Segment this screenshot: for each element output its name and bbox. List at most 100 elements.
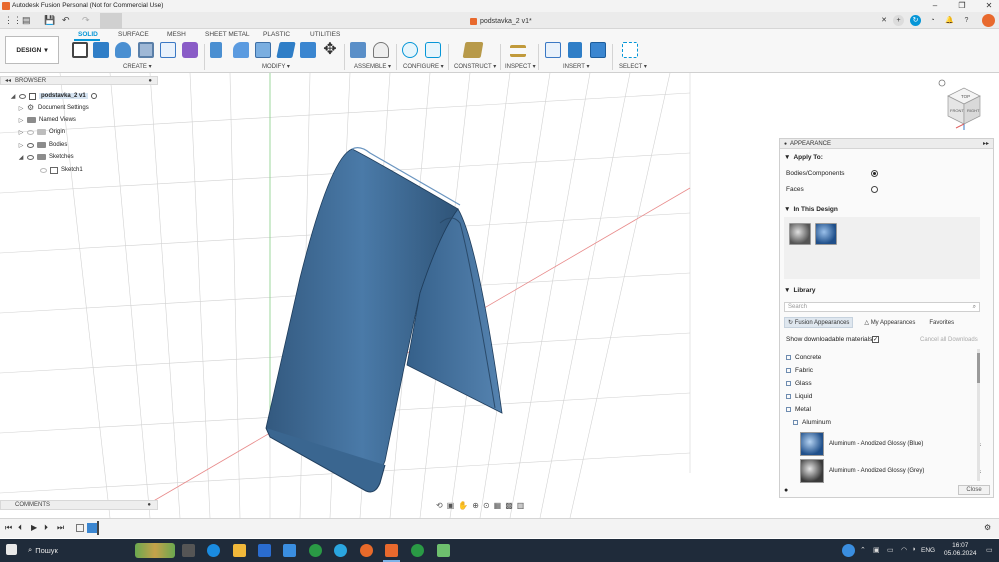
revolve-icon[interactable] [115, 42, 131, 58]
appearance-swatch-blue[interactable] [815, 223, 837, 245]
minimize-icon[interactable]: – [928, 1, 942, 10]
close-tab-icon[interactable]: ✕ [877, 16, 891, 24]
tree-item-sketches[interactable]: ◢ Sketches [18, 151, 74, 163]
clock[interactable]: 16:07 05.06.2024 [944, 542, 977, 558]
split-body-icon[interactable] [300, 42, 316, 58]
configure-table-icon[interactable] [425, 42, 441, 58]
library-item-concrete[interactable]: Concrete [786, 354, 821, 361]
undo-icon[interactable]: ↶ [62, 15, 70, 26]
insert-menu[interactable]: INSERT ▾ [563, 63, 589, 70]
play-icon[interactable]: ▶ [31, 523, 37, 532]
tab-utilities[interactable]: UTILITIES [310, 31, 340, 38]
firefox-icon[interactable] [360, 544, 373, 557]
notifications-icon[interactable]: ▭ [986, 546, 993, 554]
move-copy-icon[interactable]: ✥ [322, 42, 338, 58]
show-downloadable-checkbox[interactable]: ✓ [872, 336, 879, 343]
app-icon[interactable] [437, 544, 450, 557]
faces-radio[interactable] [871, 186, 878, 193]
fit-icon[interactable]: ⊙ [483, 501, 490, 510]
expand-arrow-icon[interactable]: ▷ [18, 142, 24, 149]
language-indicator[interactable]: ENG [921, 547, 935, 554]
apply-to-section[interactable]: ▼ Apply To: [784, 154, 823, 161]
timeline-settings-icon[interactable]: ⚙ [984, 523, 991, 532]
mail-icon[interactable] [283, 544, 296, 557]
fusion-taskbar-icon[interactable] [385, 544, 398, 557]
expand-arrow-icon[interactable]: ▷ [18, 117, 24, 124]
select-icon[interactable] [622, 42, 638, 58]
help-info-icon[interactable]: ● [784, 487, 788, 494]
collapse-arrow-icon[interactable]: ▼ [784, 206, 790, 213]
tree-item-sketch1[interactable]: Sketch1 [40, 164, 83, 176]
assemble-menu[interactable]: ASSEMBLE ▾ [354, 63, 391, 70]
bodies-components-radio[interactable] [871, 170, 878, 177]
maximize-icon[interactable]: ❐ [955, 1, 969, 10]
material-row-grey[interactable]: Aluminum - Anodized Glossy (Grey) ⤓ [800, 459, 985, 483]
collapse-arrow-icon[interactable]: ◢ [10, 93, 16, 100]
in-this-design-section[interactable]: ▼ In This Design [784, 206, 838, 213]
document-tab[interactable]: podstavka_2 v1* [470, 14, 532, 28]
pin-icon[interactable]: ● [148, 78, 152, 84]
task-view-icon[interactable] [182, 544, 195, 557]
notifications-icon[interactable]: 🔔 [944, 15, 955, 26]
tab-mesh[interactable]: MESH [167, 31, 186, 38]
viewcube[interactable]: TOP FRONT RIGHT [934, 78, 994, 134]
job-status-icon[interactable]: ◔ [927, 15, 938, 26]
library-section[interactable]: ▼ Library [784, 287, 815, 294]
tab-fusion-appearances[interactable]: ↻ Fusion Appearances [784, 317, 854, 328]
tab-my-appearances[interactable]: △ My Appearances [861, 318, 918, 327]
tab-sheet-metal[interactable]: SHEET METAL [205, 31, 250, 38]
pan-icon[interactable]: ✋ [458, 501, 468, 510]
redo-icon[interactable]: ↷ [82, 15, 90, 26]
go-to-end-icon[interactable]: ⏭ [57, 523, 64, 533]
tray-app-icon[interactable]: ▣ [873, 546, 880, 554]
configure-menu[interactable]: CONFIGURE ▾ [403, 63, 444, 70]
home-tab[interactable] [100, 13, 122, 29]
fillet-icon[interactable] [233, 42, 249, 58]
create-menu[interactable]: CREATE ▾ [123, 63, 152, 70]
tree-item-origin[interactable]: ▷ Origin [18, 126, 65, 138]
volume-icon[interactable]: ◗ [912, 546, 916, 553]
file-menu-icon[interactable]: ▤ [22, 15, 31, 26]
user-avatar[interactable] [982, 14, 995, 27]
collapse-arrow-icon[interactable]: ◢ [18, 154, 24, 161]
visibility-eye-icon[interactable] [27, 129, 34, 135]
library-item-aluminum[interactable]: Aluminum [793, 419, 831, 426]
new-tab-icon[interactable]: + [893, 15, 904, 26]
taskbar-search[interactable]: ⌕ Пошук [28, 545, 58, 555]
material-row-blue[interactable]: Aluminum - Anodized Glossy (Blue) ⤓ [800, 432, 985, 456]
shell-icon[interactable] [255, 42, 271, 58]
library-item-metal[interactable]: Metal [786, 406, 811, 413]
library-scrollbar-thumb[interactable] [977, 353, 980, 383]
modify-menu[interactable]: MODIFY ▾ [262, 63, 290, 70]
tab-favorites[interactable]: Favorites [926, 319, 957, 327]
expand-panel-icon[interactable]: ▸▸ [983, 140, 989, 147]
offset-plane-icon[interactable] [462, 42, 484, 58]
new-component-icon[interactable] [350, 42, 366, 58]
comments-panel[interactable]: COMMENTS ● [0, 500, 158, 510]
file-explorer-icon[interactable] [233, 544, 246, 557]
press-pull-icon[interactable] [210, 42, 222, 58]
app-grid-icon[interactable]: ⋮⋮ [4, 15, 22, 26]
tab-solid[interactable]: SOLID [78, 31, 98, 38]
workspace-switcher[interactable]: DESIGN ▾ [5, 36, 59, 64]
tray-app-icon[interactable] [842, 544, 855, 557]
tree-item-bodies[interactable]: ▷ Bodies [18, 139, 67, 151]
tree-item-named-views[interactable]: ▷ Named Views [18, 114, 76, 126]
collapse-arrow-icon[interactable]: ▼ [784, 154, 790, 161]
configure-parameters-icon[interactable] [402, 42, 418, 58]
library-item-liquid[interactable]: Liquid [786, 393, 812, 400]
insert-derive-icon[interactable] [545, 42, 561, 58]
widgets-icon[interactable] [135, 543, 175, 558]
viewports-icon[interactable]: ▥ [517, 501, 525, 510]
joint-icon[interactable] [373, 42, 389, 58]
chrome-profile-icon[interactable] [411, 544, 424, 557]
visibility-eye-icon[interactable] [19, 93, 26, 99]
add-comment-icon[interactable]: ● [147, 502, 151, 508]
visibility-eye-icon[interactable] [27, 154, 34, 160]
grid-settings-icon[interactable]: ▩ [505, 501, 513, 510]
show-hidden-icons-icon[interactable]: ⌃ [860, 546, 866, 554]
display-settings-icon[interactable]: ▦ [494, 501, 502, 510]
browser-header[interactable]: ◂◂ BROWSER ● [0, 76, 158, 85]
tab-plastic[interactable]: PLASTIC [263, 31, 290, 38]
create-sketch-icon[interactable] [72, 42, 88, 58]
